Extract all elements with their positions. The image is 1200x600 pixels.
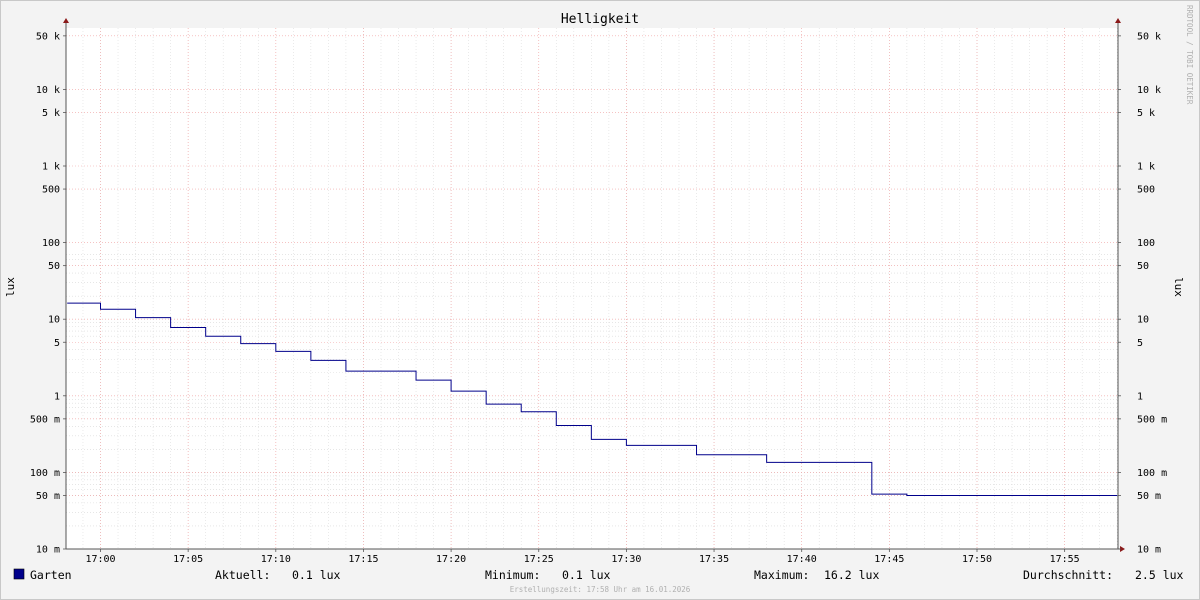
- x-tick-label: 17:35: [699, 554, 729, 565]
- y-tick-label-right: 5: [1137, 338, 1143, 349]
- legend-avg-label: Durchschnitt:: [1023, 568, 1113, 582]
- chart-grid: [66, 28, 1118, 550]
- legend-current-label: Aktuell:: [215, 568, 270, 582]
- x-tick-label: 17:20: [436, 554, 466, 565]
- x-tick-label: 17:50: [962, 554, 992, 565]
- y-tick-label-left: 10: [48, 315, 60, 326]
- y-tick-label-left: 5 k: [42, 108, 60, 119]
- y-tick-label-left: 5: [54, 338, 60, 349]
- y-tick-label-left: 100 m: [30, 468, 60, 479]
- y-tick-label-left: 50 k: [36, 31, 60, 42]
- x-tick-label: 17:15: [348, 554, 378, 565]
- x-tick-label: 17:55: [1050, 554, 1080, 565]
- plot-background: [66, 28, 1118, 549]
- y-tick-label-right: 10 m: [1137, 545, 1161, 556]
- y-tick-label-right: 100: [1137, 238, 1155, 249]
- y-tick-label-left: 1 k: [42, 162, 60, 173]
- y-tick-label-left: 500 m: [30, 414, 60, 425]
- y-tick-label-right: 1 k: [1137, 162, 1155, 173]
- y-axis-right-arrow-icon: [1115, 18, 1121, 23]
- x-tick-label: 17:00: [85, 554, 115, 565]
- y-tick-label-left: 100: [42, 238, 60, 249]
- y-tick-label-right: 500: [1137, 185, 1155, 196]
- creation-timestamp: Erstellungszeit: 17:58 Uhr am 16.01.2026: [510, 585, 691, 594]
- legend-swatch: [13, 568, 25, 580]
- x-tick-label: 17:45: [874, 554, 904, 565]
- x-tick-label: 17:40: [787, 554, 817, 565]
- y-tick-label-right: 50 k: [1137, 31, 1161, 42]
- y-tick-label-right: 50: [1137, 261, 1149, 272]
- brightness-chart: Helligkeit 10 m50 m100 m500 m15105010050…: [4, 5, 1194, 594]
- chart-title: Helligkeit: [561, 12, 639, 27]
- y-tick-label-right: 5 k: [1137, 108, 1155, 119]
- y-tick-label-left: 50: [48, 261, 60, 272]
- legend-min-value: 0.1 lux: [562, 568, 611, 582]
- y-tick-label-right: 10: [1137, 315, 1149, 326]
- legend-max-label: Maximum:: [754, 568, 809, 582]
- y-tick-label-right: 10 k: [1137, 85, 1161, 96]
- y-tick-label-right: 500 m: [1137, 414, 1167, 425]
- x-tick-label: 17:30: [611, 554, 641, 565]
- y-tick-label-left: 1: [54, 391, 60, 402]
- y-axis-left-ticks: 10 m 50 m 100 m 500 m 1 5 10 50 100 500 1 k 5 k 10 k…: [30, 31, 60, 555]
- x-tick-label: 17:10: [261, 554, 291, 565]
- x-tick-label: 17:05: [173, 554, 203, 565]
- y-axis-label-left: lux: [4, 277, 17, 297]
- y-axis-right-ticks: 10 m 50 m 100 m 500 m 1 5 10 50 100 500 1 k 5 k 10 k…: [1137, 31, 1167, 555]
- x-tick-label: 17:25: [524, 554, 554, 565]
- legend-series-name: Garten: [30, 568, 72, 582]
- y-tick-label-left: 500: [42, 185, 60, 196]
- y-tick-label-right: 50 m: [1137, 491, 1161, 502]
- y-tick-label-right: 1: [1137, 391, 1143, 402]
- legend-min-label: Minimum:: [485, 568, 540, 582]
- y-tick-label-right: 100 m: [1137, 468, 1167, 479]
- legend-avg-value: 2.5 lux: [1135, 568, 1184, 582]
- y-tick-label-left: 50 m: [36, 491, 60, 502]
- y-tick-label-left: 10 m: [36, 545, 60, 556]
- watermark-text: RRDTOOL / TOBI OETIKER: [1185, 5, 1194, 105]
- legend-max-value: 16.2 lux: [824, 568, 879, 582]
- y-axis-label-right: lux: [1172, 277, 1185, 297]
- x-axis-ticks: 17:00 17:05 17:10 17:15 17:20 17:25 17:30 17:35…: [85, 554, 1079, 565]
- y-axis-left-arrow-icon: [63, 18, 69, 23]
- y-tick-label-left: 10 k: [36, 85, 60, 96]
- legend-current-value: 0.1 lux: [292, 568, 341, 582]
